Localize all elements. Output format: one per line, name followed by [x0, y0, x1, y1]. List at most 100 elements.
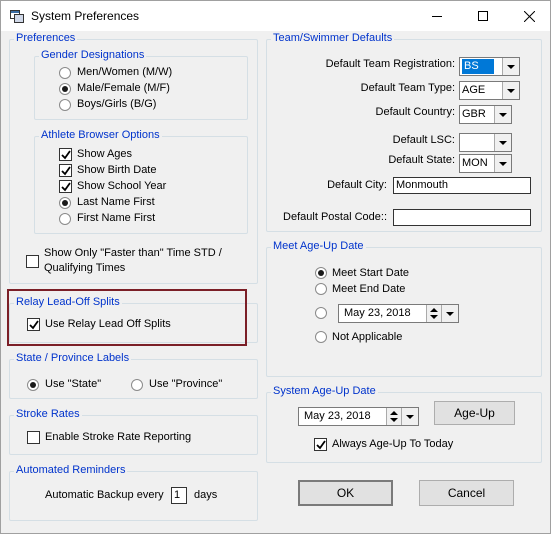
chevron-down-icon[interactable] [502, 82, 519, 99]
backup-suffix-label: days [194, 489, 218, 501]
first-name-first-label: First Name First [77, 212, 156, 224]
radio-male-female[interactable] [59, 83, 71, 95]
checkmark-icon [61, 166, 71, 176]
use-state-label: Use "State" [45, 378, 102, 390]
state-province-label: State / Province Labels [14, 352, 132, 364]
backup-prefix-label: Automatic Backup every [45, 489, 164, 501]
radio-meet-end-date[interactable] [315, 283, 327, 295]
radio-use-state[interactable] [27, 379, 39, 391]
title-bar: System Preferences [1, 1, 550, 31]
boys-girls-label: Boys/Girls (B/G) [77, 98, 157, 110]
meet-date-value: May 23, 2018 [344, 307, 411, 319]
meet-start-date-label: Meet Start Date [332, 267, 410, 279]
registration-label: Default Team Registration: [325, 58, 455, 70]
team-type-select[interactable]: AGE [459, 81, 520, 100]
use-province-label: Use "Province" [149, 378, 223, 390]
chevron-down-icon[interactable] [494, 106, 511, 123]
city-input[interactable]: Monmouth [393, 177, 531, 194]
stroke-rates-label: Stroke Rates [14, 408, 82, 420]
window-title: System Preferences [31, 9, 140, 23]
not-applicable-label: Not Applicable [332, 331, 403, 343]
age-up-button[interactable]: Age-Up [434, 401, 515, 425]
meet-ageup-group: Meet Age-Up Date Meet Start Date Meet En… [266, 240, 542, 377]
preferences-label: Preferences [14, 32, 78, 44]
system-date-picker[interactable]: May 23, 2018 [298, 407, 419, 426]
state-value: MON [462, 157, 488, 169]
close-button[interactable] [506, 1, 551, 31]
chevron-down-icon[interactable] [401, 408, 418, 425]
meet-end-date-label: Meet End Date [332, 283, 406, 295]
radio-use-province[interactable] [131, 379, 143, 391]
athlete-browser-group: Athlete Browser Options Show Ages Show B… [34, 129, 248, 234]
chevron-down-icon[interactable] [494, 134, 511, 151]
men-women-label: Men/Women (M/W) [77, 66, 173, 78]
maximize-button[interactable] [460, 1, 506, 31]
checkmark-icon [316, 440, 326, 450]
state-province-group: State / Province Labels Use "State" Use … [9, 352, 258, 399]
reminders-group: Automated Reminders Automatic Backup eve… [9, 464, 258, 521]
meet-date-picker[interactable]: May 23, 2018 [338, 304, 459, 323]
preferences-group: Preferences Gender Designations Men/Wome… [9, 32, 258, 284]
radio-first-name-first[interactable] [59, 213, 71, 225]
last-name-first-label: Last Name First [77, 196, 155, 208]
athlete-browser-label: Athlete Browser Options [39, 129, 162, 141]
team-type-label: Default Team Type: [360, 82, 455, 94]
male-female-label: Male/Female (M/F) [77, 82, 170, 94]
app-icon [10, 10, 24, 23]
meet-date-spinner[interactable] [426, 305, 441, 322]
registration-select[interactable]: BS [459, 57, 520, 76]
country-value: GBR [462, 108, 486, 120]
show-ages-checkbox[interactable] [59, 148, 72, 161]
checkmark-icon [61, 150, 71, 160]
system-preferences-window: System Preferences Preferences Gender De… [0, 0, 551, 534]
chevron-down-icon[interactable] [494, 155, 511, 172]
system-date-spinner[interactable] [386, 408, 401, 425]
team-defaults-group: Team/Swimmer Defaults Default Team Regis… [266, 32, 542, 232]
country-select[interactable]: GBR [459, 105, 512, 124]
postal-code-input[interactable] [393, 209, 531, 226]
minimize-button[interactable] [414, 1, 460, 31]
radio-specific-date[interactable] [315, 307, 327, 319]
chevron-down-icon[interactable] [441, 305, 458, 322]
maximize-icon [478, 11, 488, 21]
postal-code-label: Default Postal Code:: [283, 211, 387, 223]
lsc-label: Default LSC: [392, 134, 455, 146]
radio-last-name-first[interactable] [59, 197, 71, 209]
stroke-rate-label: Enable Stroke Rate Reporting [45, 431, 192, 443]
meet-ageup-label: Meet Age-Up Date [271, 240, 366, 252]
stroke-rates-group: Stroke Rates Enable Stroke Rate Reportin… [9, 408, 258, 455]
stroke-rate-checkbox[interactable] [27, 431, 40, 444]
reminders-label: Automated Reminders [14, 464, 128, 476]
system-ageup-label: System Age-Up Date [271, 385, 378, 397]
show-birth-date-checkbox[interactable] [59, 164, 72, 177]
radio-not-applicable[interactable] [315, 331, 327, 343]
lsc-select[interactable] [459, 133, 512, 152]
qualifying-times-label: Qualifying Times [44, 262, 126, 274]
system-date-value: May 23, 2018 [304, 410, 371, 422]
always-ageup-checkbox[interactable] [314, 438, 327, 451]
state-select[interactable]: MON [459, 154, 512, 173]
show-birth-date-label: Show Birth Date [77, 164, 157, 176]
show-school-year-checkbox[interactable] [59, 180, 72, 193]
relay-highlight-box [7, 289, 247, 346]
registration-value: BS [462, 59, 494, 74]
show-school-year-label: Show School Year [77, 180, 167, 192]
checkmark-icon [61, 182, 71, 192]
ok-button[interactable]: OK [298, 480, 393, 506]
backup-days-input[interactable]: 1 [171, 487, 187, 504]
radio-meet-start-date[interactable] [315, 267, 327, 279]
radio-men-women[interactable] [59, 67, 71, 79]
state-label: Default State: [388, 154, 455, 166]
city-label: Default City: [327, 179, 387, 191]
radio-boys-girls[interactable] [59, 99, 71, 111]
cancel-button[interactable]: Cancel [419, 480, 514, 506]
always-ageup-label: Always Age-Up To Today [332, 438, 454, 450]
minimize-icon [432, 16, 442, 17]
show-ages-label: Show Ages [77, 148, 133, 160]
gender-designations-label: Gender Designations [39, 49, 147, 61]
show-only-checkbox[interactable] [26, 255, 39, 268]
chevron-down-icon[interactable] [502, 58, 519, 75]
close-icon [523, 10, 535, 22]
country-label: Default Country: [375, 106, 455, 118]
team-type-value: AGE [462, 84, 486, 96]
